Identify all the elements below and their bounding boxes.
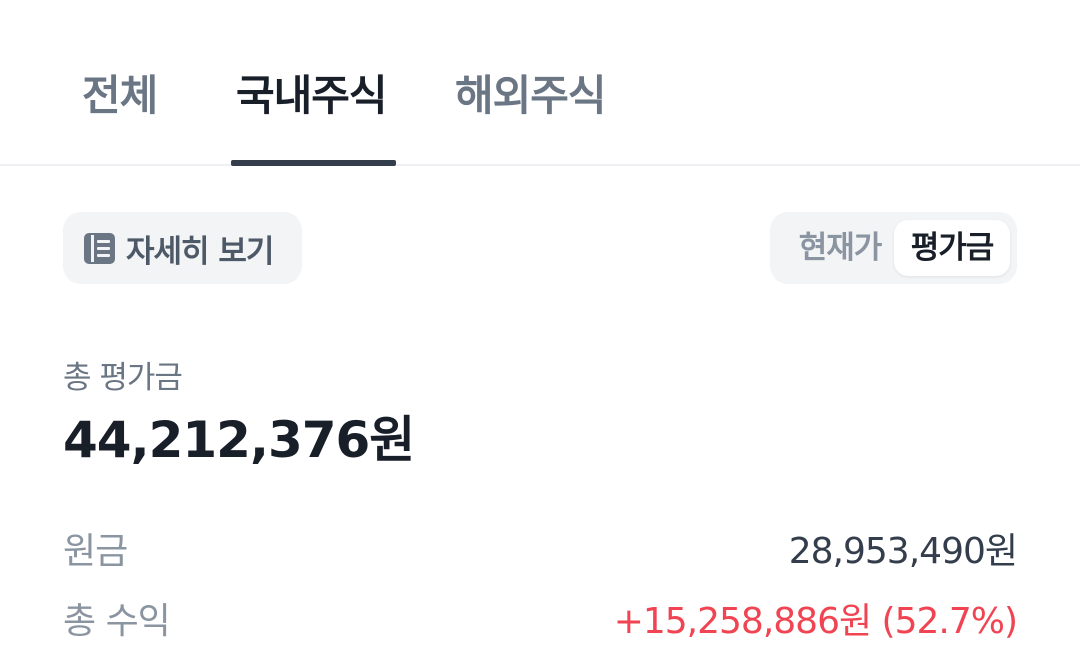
tab-domestic-stocks[interactable]: 국내주식 [236, 62, 388, 123]
tab-all[interactable]: 전체 [82, 62, 158, 123]
tab-bar: 전체 국내주식 해외주식 [0, 0, 1080, 166]
total-evaluation-value: 44,212,376원 [63, 411, 415, 469]
evaluation-option[interactable]: 평가금 [894, 220, 1010, 276]
principal-label: 원금 [63, 531, 128, 572]
principal-value: 28,953,490원 [788, 531, 1018, 572]
view-details-button[interactable]: 자세히 보기 [63, 212, 302, 284]
current-price-option[interactable]: 현재가 [784, 220, 896, 276]
total-profit-label: 총 수익 [63, 601, 171, 642]
portfolio-page: 전체 국내주식 해외주식 자세히 보기 현재가 평가금 총 평가금 44,212… [0, 0, 1080, 665]
total-profit-value: +15,258,886원 (52.7%) [613, 601, 1018, 642]
list-icon [84, 232, 115, 264]
view-details-label: 자세히 보기 [126, 233, 274, 270]
price-mode-toggle: 현재가 평가금 [770, 212, 1017, 284]
total-evaluation-label: 총 평가금 [63, 360, 183, 396]
tab-overseas-stocks[interactable]: 해외주식 [455, 62, 607, 123]
active-tab-indicator [231, 160, 396, 166]
